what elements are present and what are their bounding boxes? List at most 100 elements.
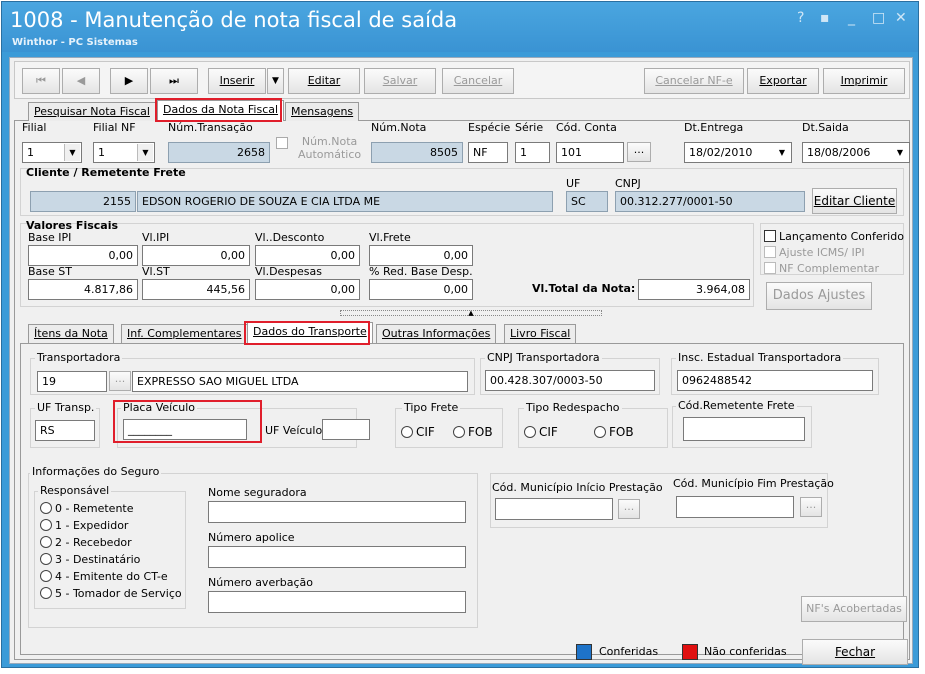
previous-record-button[interactable]: ◀ bbox=[62, 68, 100, 94]
nome-seguradora-label: Nome seguradora bbox=[208, 486, 307, 499]
nome-seguradora-field[interactable] bbox=[208, 501, 466, 523]
uf-veiculo-field[interactable] bbox=[322, 419, 370, 440]
tab-livro-fiscal[interactable]: Livro Fiscal bbox=[504, 324, 577, 343]
cliente-uf-field[interactable]: SC bbox=[566, 191, 608, 212]
filial-nf-select[interactable]: 1 ▼ bbox=[93, 142, 155, 163]
conferidas-legend: Conferidas bbox=[599, 645, 659, 658]
serie-field[interactable]: 1 bbox=[515, 142, 550, 163]
insc-estadual-field[interactable]: 0962488542 bbox=[677, 370, 873, 391]
num-nota-automatico-checkbox[interactable] bbox=[276, 137, 291, 150]
insert-dropdown-button[interactable]: ▼ bbox=[267, 68, 284, 94]
save-button[interactable]: Salvar bbox=[364, 68, 436, 94]
highlight-box bbox=[244, 321, 370, 345]
tab-inf-complementares[interactable]: Inf. Complementares bbox=[121, 324, 248, 343]
lancamento-conferido-checkbox[interactable]: Lançamento Conferido bbox=[764, 230, 904, 243]
print-button[interactable]: Imprimir bbox=[823, 68, 905, 94]
tab-outras-informacoes[interactable]: Outras Informações bbox=[376, 324, 497, 343]
nao-conferidas-swatch bbox=[682, 644, 698, 660]
vl-st-label: Vl.ST bbox=[142, 265, 170, 278]
restore-icon[interactable]: ▪ bbox=[820, 10, 830, 26]
cancel-button[interactable]: Cancelar bbox=[442, 68, 514, 94]
edit-client-button[interactable]: Editar Cliente bbox=[812, 188, 897, 214]
total-field[interactable]: 3.964,08 bbox=[638, 279, 750, 300]
responsavel-option-label: 0 - Remetente bbox=[55, 502, 134, 515]
cancel-nfe-button[interactable]: Cancelar NF-e bbox=[644, 68, 744, 94]
numero-apolice-label: Número apolice bbox=[208, 531, 295, 544]
base-ipi-field[interactable]: 0,00 bbox=[28, 245, 138, 266]
tipo-frete-cif-radio[interactable]: CIF bbox=[401, 425, 435, 439]
vl-ipi-field[interactable]: 0,00 bbox=[142, 245, 250, 266]
vl-despesas-field[interactable]: 0,00 bbox=[255, 279, 360, 300]
tab-mensagens[interactable]: Mensagens bbox=[285, 102, 360, 121]
tipo-redespacho-cif-radio[interactable]: CIF bbox=[524, 425, 558, 439]
cnpj-transportadora-field[interactable]: 00.428.307/0003-50 bbox=[485, 370, 655, 391]
vl-desconto-label: Vl..Desconto bbox=[255, 231, 325, 244]
uf-transp-field[interactable]: RS bbox=[35, 420, 95, 441]
checkbox-icon bbox=[764, 246, 776, 258]
dt-saida-field[interactable]: 18/08/2006 ▼ bbox=[802, 142, 910, 163]
vl-ipi-label: Vl.IPI bbox=[142, 231, 170, 244]
responsavel-option-4[interactable]: 4 - Emitente do CT-e bbox=[40, 570, 168, 583]
edit-button[interactable]: Editar bbox=[288, 68, 360, 94]
fechar-button[interactable]: Fechar bbox=[802, 639, 908, 665]
transportadora-lookup-button[interactable]: ... bbox=[109, 371, 131, 391]
municipio-fim-field[interactable] bbox=[676, 496, 794, 518]
nf-complementar-checkbox[interactable]: NF Complementar bbox=[764, 262, 879, 275]
num-transacao-field[interactable]: 2658 bbox=[168, 142, 270, 163]
splitter-handle[interactable]: ▲ bbox=[340, 310, 602, 317]
red-base-label: % Red. Base Desp. bbox=[369, 265, 473, 278]
transportadora-label: Transportadora bbox=[35, 351, 123, 364]
responsavel-option-0[interactable]: 0 - Remetente bbox=[40, 502, 134, 515]
tab-itens-nota[interactable]: Ítens da Nota bbox=[28, 324, 114, 343]
conferidas-swatch bbox=[576, 644, 592, 660]
vl-desconto-field[interactable]: 0,00 bbox=[255, 245, 360, 266]
application-window: 1008 - Manutenção de nota fiscal de saíd… bbox=[1, 1, 919, 668]
responsavel-option-3[interactable]: 3 - Destinatário bbox=[40, 553, 140, 566]
tab-pesquisar-nota[interactable]: Pesquisar Nota Fiscal bbox=[28, 102, 156, 121]
vl-frete-field[interactable]: 0,00 bbox=[369, 245, 473, 266]
num-nota-automatico-label: Núm.Nota Automático bbox=[298, 135, 361, 161]
minimize-icon[interactable]: _ bbox=[848, 10, 855, 26]
municipio-inicio-lookup-button[interactable]: ... bbox=[618, 499, 640, 519]
cliente-nome-field[interactable]: EDSON ROGERIO DE SOUZA E CIA LTDA ME bbox=[137, 191, 553, 212]
cod-conta-field[interactable]: 101 bbox=[556, 142, 624, 163]
insert-button[interactable]: Inserir bbox=[208, 68, 266, 94]
next-record-button[interactable]: ▶ bbox=[110, 68, 148, 94]
cod-conta-lookup-button[interactable]: ... bbox=[627, 142, 651, 162]
numero-apolice-field[interactable] bbox=[208, 546, 466, 568]
filial-select[interactable]: 1 ▼ bbox=[22, 142, 82, 163]
maximize-icon[interactable]: □ bbox=[872, 10, 885, 26]
tipo-frete-fob-label: FOB bbox=[468, 425, 493, 439]
ajuste-icms-checkbox[interactable]: Ajuste ICMS/ IPI bbox=[764, 246, 865, 259]
dados-ajustes-button[interactable]: Dados Ajustes bbox=[766, 282, 872, 310]
tipo-frete-fob-radio[interactable]: FOB bbox=[453, 425, 493, 439]
responsavel-option-2[interactable]: 2 - Recebedor bbox=[40, 536, 132, 549]
radio-icon bbox=[40, 570, 52, 582]
last-record-button[interactable]: ⏭ bbox=[150, 68, 198, 94]
cliente-cnpj-field[interactable]: 00.312.277/0001-50 bbox=[615, 191, 805, 212]
export-button[interactable]: Exportar bbox=[747, 68, 819, 94]
checkbox-icon bbox=[276, 137, 288, 149]
dt-entrega-field[interactable]: 18/02/2010 ▼ bbox=[684, 142, 792, 163]
responsavel-option-5[interactable]: 5 - Tomador de Serviço bbox=[40, 587, 182, 600]
municipio-fim-lookup-button[interactable]: ... bbox=[800, 497, 822, 517]
tipo-frete-label: Tipo Frete bbox=[402, 401, 461, 414]
vl-st-field[interactable]: 445,56 bbox=[142, 279, 250, 300]
close-icon[interactable]: ✕ bbox=[895, 10, 907, 26]
nfs-acobertadas-button[interactable]: NF's Acobertadas bbox=[801, 596, 907, 622]
cliente-codigo-field[interactable]: 2155 bbox=[30, 191, 136, 212]
red-base-field[interactable]: 0,00 bbox=[369, 279, 473, 300]
numero-averbacao-field[interactable] bbox=[208, 591, 466, 613]
num-nota-field[interactable]: 8505 bbox=[371, 142, 463, 163]
help-icon[interactable]: ? bbox=[797, 10, 804, 26]
especie-field[interactable]: NF bbox=[468, 142, 508, 163]
responsavel-option-1[interactable]: 1 - Expedidor bbox=[40, 519, 128, 532]
lancamento-label: Lançamento Conferido bbox=[779, 230, 904, 243]
first-record-button[interactable]: ⏮ bbox=[22, 68, 60, 94]
base-st-field[interactable]: 4.817,86 bbox=[28, 279, 138, 300]
municipio-inicio-field[interactable] bbox=[495, 498, 613, 520]
transportadora-code-field[interactable]: 19 bbox=[37, 371, 107, 392]
transportadora-name-field[interactable]: EXPRESSO SAO MIGUEL LTDA bbox=[132, 371, 468, 392]
cod-remetente-field[interactable] bbox=[683, 417, 805, 441]
tipo-redespacho-fob-radio[interactable]: FOB bbox=[594, 425, 634, 439]
